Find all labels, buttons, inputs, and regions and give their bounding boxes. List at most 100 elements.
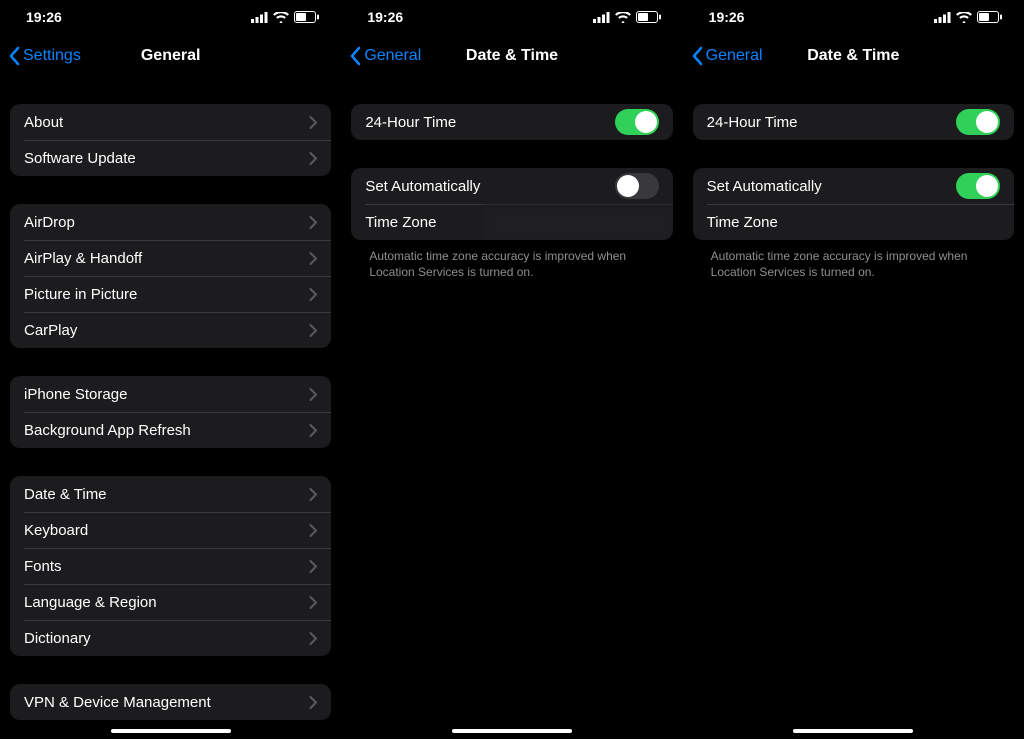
status-time: 19:26 xyxy=(26,9,62,25)
time-zone-footer-note: Automatic time zone accuracy is improved… xyxy=(351,240,672,280)
chevron-right-icon xyxy=(309,216,317,229)
settings-group: VPN & Device Management xyxy=(10,684,331,720)
chevron-right-icon xyxy=(309,632,317,645)
battery-icon xyxy=(636,11,661,23)
row-24-hour-time[interactable]: 24-Hour Time xyxy=(351,104,672,140)
settings-group: Date & Time Keyboard Fonts Language & Regio… xyxy=(10,476,331,656)
row-dictionary[interactable]: Dictionary xyxy=(10,620,331,656)
row-picture-in-picture[interactable]: Picture in Picture xyxy=(10,276,331,312)
chevron-right-icon xyxy=(309,288,317,301)
chevron-right-icon xyxy=(309,596,317,609)
status-time: 19:26 xyxy=(367,9,403,25)
phone-general: 19:26 Settings General About Software Upd… xyxy=(0,0,341,739)
row-iphone-storage[interactable]: iPhone Storage xyxy=(10,376,331,412)
row-fonts[interactable]: Fonts xyxy=(10,548,331,584)
nav-bar: Settings General xyxy=(0,34,341,78)
home-indicator[interactable] xyxy=(111,729,231,733)
battery-icon xyxy=(977,11,1002,23)
row-label: Software Update xyxy=(24,150,309,167)
cellular-icon xyxy=(251,12,268,23)
settings-list[interactable]: About Software Update AirDrop AirPlay & Han… xyxy=(0,104,341,720)
chevron-right-icon xyxy=(309,152,317,165)
row-language-region[interactable]: Language & Region xyxy=(10,584,331,620)
row-software-update[interactable]: Software Update xyxy=(10,140,331,176)
chevron-left-icon xyxy=(349,46,361,66)
back-label: Settings xyxy=(23,47,81,65)
chevron-right-icon xyxy=(309,424,317,437)
row-label: Set Automatically xyxy=(707,178,956,195)
status-indicators xyxy=(934,11,1002,23)
status-bar: 19:26 xyxy=(341,0,682,34)
row-label: iPhone Storage xyxy=(24,386,309,403)
settings-list: 24-Hour Time Set Automatically Time Zone… xyxy=(341,104,682,280)
nav-bar: General Date & Time xyxy=(683,34,1024,78)
wifi-icon xyxy=(956,12,972,23)
battery-icon xyxy=(294,11,319,23)
group-24h: 24-Hour Time xyxy=(351,104,672,140)
chevron-right-icon xyxy=(309,488,317,501)
row-time-zone: Time Zone xyxy=(693,204,1014,240)
status-time: 19:26 xyxy=(709,9,745,25)
chevron-left-icon xyxy=(8,46,20,66)
row-24-hour-time[interactable]: 24-Hour Time xyxy=(693,104,1014,140)
row-vpn-device-management[interactable]: VPN & Device Management xyxy=(10,684,331,720)
time-zone-footer-note: Automatic time zone accuracy is improved… xyxy=(693,240,1014,280)
group-auto-tz: Set Automatically Time Zone xyxy=(351,168,672,240)
chevron-right-icon xyxy=(309,324,317,337)
phone-datetime-auto-off: 19:26 General Date & Time 24-Hour Time S… xyxy=(341,0,682,739)
row-date-time[interactable]: Date & Time xyxy=(10,476,331,512)
row-airplay-handoff[interactable]: AirPlay & Handoff xyxy=(10,240,331,276)
settings-group: AirDrop AirPlay & Handoff Picture in Pictu… xyxy=(10,204,331,348)
row-carplay[interactable]: CarPlay xyxy=(10,312,331,348)
back-button[interactable]: General xyxy=(341,46,421,66)
status-indicators xyxy=(251,11,319,23)
cellular-icon xyxy=(593,12,610,23)
home-indicator[interactable] xyxy=(452,729,572,733)
row-label: AirPlay & Handoff xyxy=(24,250,309,267)
row-about[interactable]: About xyxy=(10,104,331,140)
row-label: Fonts xyxy=(24,558,309,575)
settings-list: 24-Hour Time Set Automatically Time Zone… xyxy=(683,104,1024,280)
back-label: General xyxy=(364,47,421,65)
row-label: About xyxy=(24,114,309,131)
status-bar: 19:26 xyxy=(683,0,1024,34)
settings-group: iPhone Storage Background App Refresh xyxy=(10,376,331,448)
row-label: AirDrop xyxy=(24,214,309,231)
chevron-right-icon xyxy=(309,696,317,709)
toggle-24h[interactable] xyxy=(615,109,659,135)
row-label: Set Automatically xyxy=(365,178,614,195)
back-label: General xyxy=(706,47,763,65)
phone-datetime-auto-on: 19:26 General Date & Time 24-Hour Time S… xyxy=(683,0,1024,739)
wifi-icon xyxy=(615,12,631,23)
chevron-right-icon xyxy=(309,524,317,537)
status-indicators xyxy=(593,11,661,23)
home-indicator[interactable] xyxy=(793,729,913,733)
toggle-set-automatically[interactable] xyxy=(956,173,1000,199)
row-label: CarPlay xyxy=(24,322,309,339)
row-label: Dictionary xyxy=(24,630,309,647)
row-airdrop[interactable]: AirDrop xyxy=(10,204,331,240)
row-label: Keyboard xyxy=(24,522,309,539)
row-label: Time Zone xyxy=(365,214,482,231)
chevron-right-icon xyxy=(309,560,317,573)
row-keyboard[interactable]: Keyboard xyxy=(10,512,331,548)
row-label: Language & Region xyxy=(24,594,309,611)
row-set-automatically[interactable]: Set Automatically xyxy=(351,168,672,204)
chevron-right-icon xyxy=(309,388,317,401)
status-bar: 19:26 xyxy=(0,0,341,34)
row-label: Background App Refresh xyxy=(24,422,309,439)
toggle-set-automatically[interactable] xyxy=(615,173,659,199)
cellular-icon xyxy=(934,12,951,23)
row-time-zone[interactable]: Time Zone xyxy=(351,204,672,240)
group-auto-tz: Set Automatically Time Zone xyxy=(693,168,1014,240)
wifi-icon xyxy=(273,12,289,23)
toggle-24h[interactable] xyxy=(956,109,1000,135)
row-set-automatically[interactable]: Set Automatically xyxy=(693,168,1014,204)
group-24h: 24-Hour Time xyxy=(693,104,1014,140)
row-label: VPN & Device Management xyxy=(24,694,309,711)
row-label: Picture in Picture xyxy=(24,286,309,303)
back-button[interactable]: General xyxy=(683,46,763,66)
nav-bar: General Date & Time xyxy=(341,34,682,78)
row-background-app-refresh[interactable]: Background App Refresh xyxy=(10,412,331,448)
back-button[interactable]: Settings xyxy=(0,46,81,66)
